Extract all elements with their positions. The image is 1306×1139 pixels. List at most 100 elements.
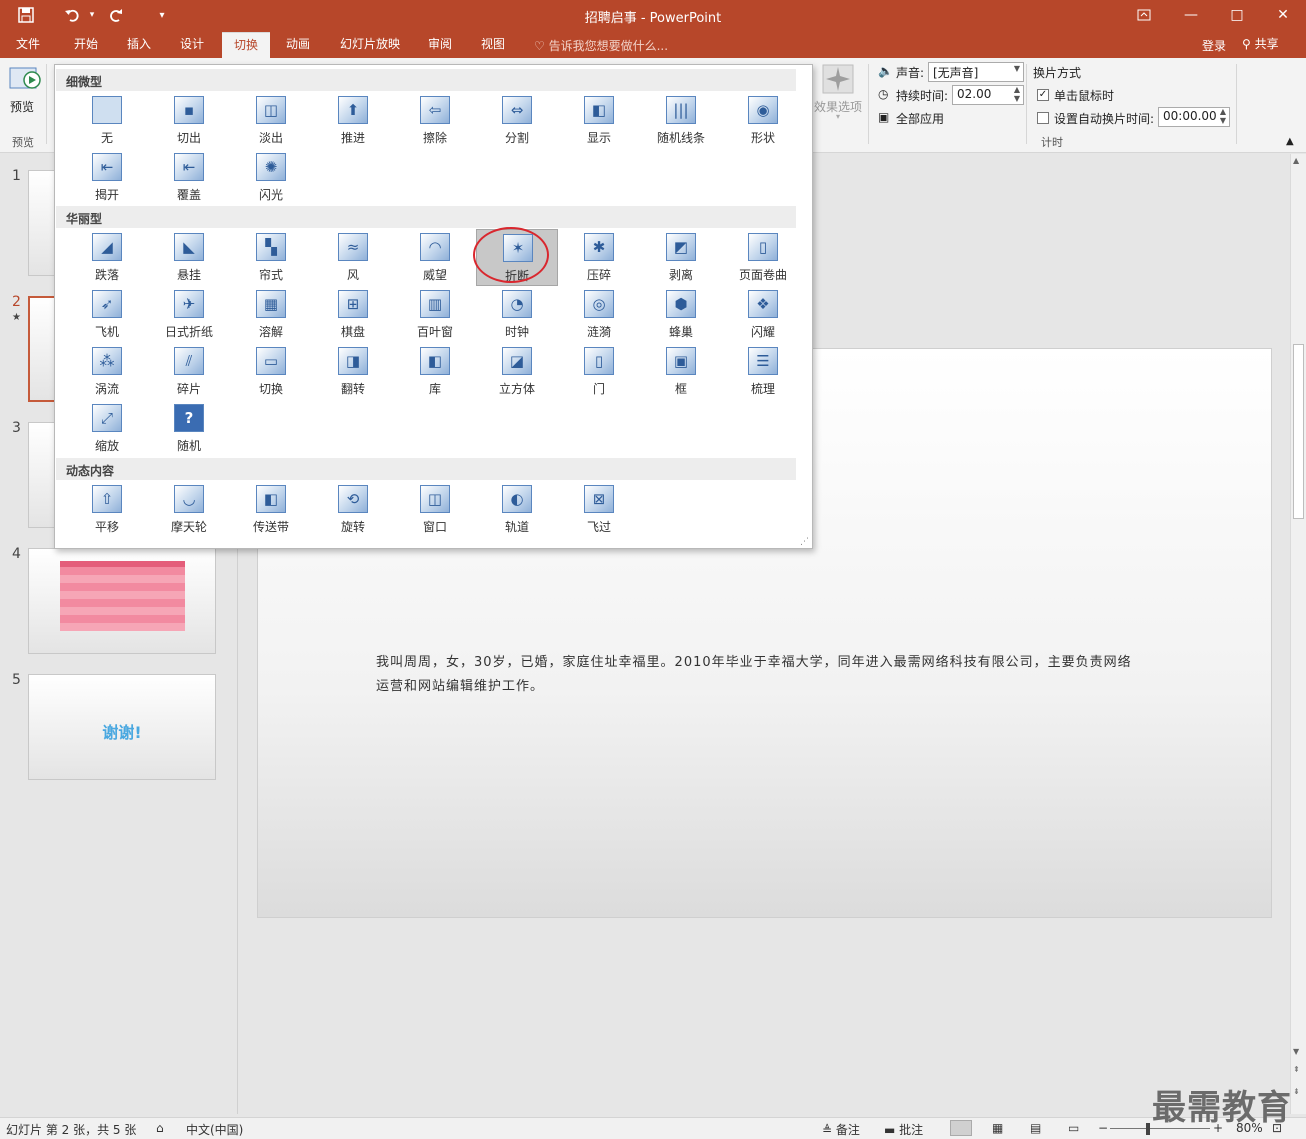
collapse-ribbon-icon[interactable]: ▲ (1286, 136, 1294, 147)
transition-option[interactable]: ◔ 时钟 (476, 286, 558, 343)
transition-option[interactable]: ◧ 传送带 (230, 481, 312, 538)
transition-option[interactable]: ▣ 框 (640, 343, 722, 400)
transition-option[interactable]: ◨ 翻转 (312, 343, 394, 400)
transition-option[interactable]: ◣ 悬挂 (148, 229, 230, 286)
transition-option[interactable]: ⇧ 平移 (66, 481, 148, 538)
after-time-spinner[interactable]: 00:00.00 ▲ ▼ (1158, 107, 1230, 127)
transition-option[interactable]: ⁂ 涡流 (66, 343, 148, 400)
transition-option[interactable]: ▯ 门 (558, 343, 640, 400)
comments-button[interactable]: ▬ 批注 (884, 1121, 923, 1138)
transition-option[interactable]: ☰ 梳理 (722, 343, 804, 400)
tab-insert[interactable]: 插入 (117, 32, 161, 58)
transition-option[interactable]: ◩ 剥离 (640, 229, 722, 286)
transition-option[interactable]: ✺ 闪光 (230, 149, 312, 206)
transition-option[interactable]: ❖ 闪耀 (722, 286, 804, 343)
apply-all-button[interactable]: 全部应用 (896, 110, 944, 127)
reading-view-icon[interactable]: ▤ (1030, 1121, 1041, 1135)
tab-home[interactable]: 开始 (64, 32, 108, 58)
prev-slide-icon[interactable]: ⇞ (1293, 1065, 1300, 1074)
transition-option[interactable]: ◪ 立方体 (476, 343, 558, 400)
transition-option[interactable]: ◡ 摩天轮 (148, 481, 230, 538)
spinner-arrows-icon[interactable]: ▲ ▼ (1014, 85, 1020, 103)
vertical-scrollbar[interactable]: ▲ ▼ ⇞ ⇟ (1290, 154, 1306, 1114)
transition-option[interactable]: ⇔ 分割 (476, 92, 558, 149)
duration-spinner[interactable]: 02.00 ▲ ▼ (952, 85, 1024, 105)
transition-option[interactable]: ⬢ 蜂巢 (640, 286, 722, 343)
preview-button[interactable]: 预览 (10, 98, 34, 115)
scroll-down-icon[interactable]: ▼ (1293, 1047, 1299, 1056)
slide-number: 5 (12, 672, 21, 688)
next-slide-icon[interactable]: ⇟ (1293, 1087, 1300, 1096)
transition-option[interactable]: ✱ 压碎 (558, 229, 640, 286)
resize-grip-icon[interactable]: ⋰ (800, 537, 809, 547)
transition-option[interactable]: ✈ 日式折纸 (148, 286, 230, 343)
maximize-button[interactable]: □ (1217, 3, 1257, 27)
transition-option[interactable]: ▦ 溶解 (230, 286, 312, 343)
minimize-button[interactable]: — (1171, 3, 1211, 27)
slide-body-text[interactable]: 我叫周周，女，30岁，已婚，家庭住址幸福里。2010年毕业于幸福大学，同年进入最… (376, 651, 1136, 699)
transition-option[interactable]: ||| 随机线条 (640, 92, 722, 149)
transition-option[interactable]: ⊠ 飞过 (558, 481, 640, 538)
transition-option[interactable]: ⤢ 缩放 (66, 400, 148, 457)
spinner-arrows-icon[interactable]: ▲ ▼ (1220, 107, 1226, 125)
transition-option[interactable]: ⇤ 揭开 (66, 149, 148, 206)
after-time-checkbox[interactable] (1037, 112, 1049, 124)
scroll-thumb[interactable] (1293, 344, 1304, 519)
on-click-checkbox[interactable]: ✓ (1037, 89, 1049, 101)
share-button[interactable]: ⚲ 共享 (1242, 35, 1279, 52)
transition-option[interactable]: ⬆ 推进 (312, 92, 394, 149)
transition-option[interactable]: ? 随机 (148, 400, 230, 457)
transition-option[interactable]: ⫽ 碎片 (148, 343, 230, 400)
transition-option[interactable]: ▚ 帘式 (230, 229, 312, 286)
sound-dropdown[interactable]: [无声音] ▼ (928, 62, 1024, 82)
transition-option[interactable]: ◧ 库 (394, 343, 476, 400)
transition-option[interactable]: ◧ 显示 (558, 92, 640, 149)
effect-options-icon[interactable] (822, 64, 854, 94)
language-indicator[interactable]: 中文(中国) (186, 1121, 243, 1138)
normal-view-icon[interactable] (950, 1120, 972, 1136)
ribbon-display-icon[interactable] (1124, 3, 1164, 27)
transition-option[interactable]: ≈ 风 (312, 229, 394, 286)
tab-design[interactable]: 设计 (170, 32, 214, 58)
transition-option[interactable]: ▪ 切出 (148, 92, 230, 149)
preview-icon[interactable] (8, 64, 42, 94)
transition-option[interactable]: ⟲ 旋转 (312, 481, 394, 538)
zoom-out-icon[interactable]: − (1098, 1121, 1108, 1135)
notes-button[interactable]: ≜ 备注 (822, 1121, 860, 1138)
transition-option[interactable]: ◐ 轨道 (476, 481, 558, 538)
tab-view[interactable]: 视图 (471, 32, 515, 58)
transition-option[interactable]: ◉ 形状 (722, 92, 804, 149)
tab-slideshow[interactable]: 幻灯片放映 (332, 32, 408, 58)
transition-option[interactable]: ⇦ 擦除 (394, 92, 476, 149)
transition-option[interactable]: ⊞ 棋盘 (312, 286, 394, 343)
transition-option[interactable]: ◢ 跌落 (66, 229, 148, 286)
transition-option[interactable]: ◎ 涟漪 (558, 286, 640, 343)
close-button[interactable]: ✕ (1263, 3, 1303, 27)
transition-preview-icon: ◧ (256, 485, 286, 513)
tab-file[interactable]: 文件 (6, 32, 50, 58)
transition-option[interactable]: ⇤ 覆盖 (148, 149, 230, 206)
transition-option-label: 跌落 (94, 268, 119, 282)
slide-thumbnail-4[interactable] (28, 548, 216, 654)
transition-option[interactable]: 无 (66, 92, 148, 149)
tab-review[interactable]: 审阅 (418, 32, 462, 58)
zoom-slider-thumb[interactable] (1146, 1123, 1150, 1135)
spellcheck-icon[interactable]: ⌂ (156, 1121, 164, 1135)
tell-me-search[interactable]: ♡ 告诉我您想要做什么... (534, 37, 668, 54)
transition-option[interactable]: ▯ 页面卷曲 (722, 229, 804, 286)
transition-option[interactable]: ◠ 威望 (394, 229, 476, 286)
tab-transitions[interactable]: 切换 (222, 32, 270, 58)
transition-option[interactable]: ▭ 切换 (230, 343, 312, 400)
scroll-up-icon[interactable]: ▲ (1293, 156, 1299, 165)
slideshow-view-icon[interactable]: ▭ (1068, 1121, 1079, 1135)
transition-option-label: 窗口 (422, 520, 447, 534)
section-header-dynamic: 动态内容 (56, 458, 796, 480)
tab-animations[interactable]: 动画 (276, 32, 320, 58)
slide-sorter-icon[interactable]: ▦ (992, 1121, 1003, 1135)
transition-option[interactable]: ▥ 百叶窗 (394, 286, 476, 343)
login-link[interactable]: 登录 (1202, 37, 1226, 54)
transition-option[interactable]: ➶ 飞机 (66, 286, 148, 343)
transition-option[interactable]: ◫ 淡出 (230, 92, 312, 149)
slide-thumbnail-5[interactable]: 谢谢! (28, 674, 216, 780)
transition-option[interactable]: ◫ 窗口 (394, 481, 476, 538)
